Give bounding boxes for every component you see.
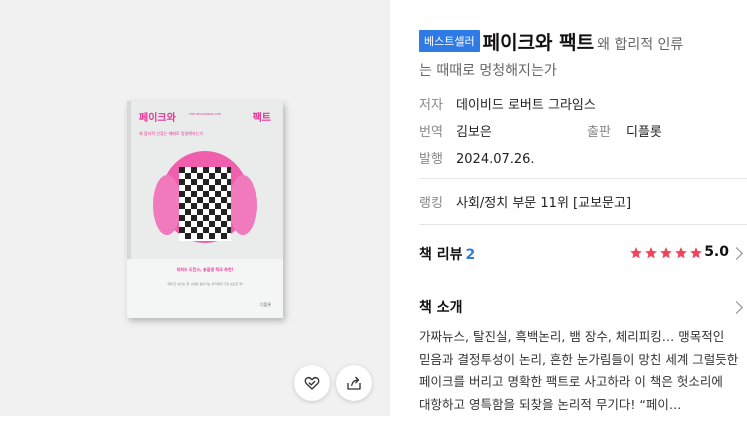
review-label: 책 리뷰 <box>419 247 463 263</box>
intro-label: 책 소개 <box>419 300 463 316</box>
review-section-header[interactable]: 책 리뷰 2 5.0 <box>419 244 747 266</box>
star-icon <box>660 247 672 259</box>
publisher-label: 출판 <box>587 125 611 140</box>
divider <box>419 178 747 179</box>
star-icon <box>645 247 657 259</box>
intro-text: 가짜뉴스, 탈진실, 흑백논리, 뱀 장수, 체리피킹… 맹목적인 믿음과 결정… <box>419 329 739 412</box>
cover-quote: "페이크 넘치는 현 시대를 살아가는 우리에게 가장 필요한 책" <box>166 282 244 286</box>
cover-subtitle: 왜 합리적 인류는 때때로 멍청해지는가 <box>139 131 203 136</box>
divider <box>419 224 747 225</box>
star-icon <box>690 247 702 259</box>
cover-illustration <box>153 151 257 243</box>
share-button[interactable] <box>336 365 372 401</box>
author-link[interactable]: 데이비드 로버트 그라임스 <box>456 98 596 113</box>
star-icon <box>675 247 687 259</box>
rank-label: 랭킹 <box>419 196 443 211</box>
cover-recommendation: 리처드 도킨스, 송길영 적극 추천! <box>176 267 234 272</box>
heart-check-icon <box>304 377 320 390</box>
author-row: 저자 데이비드 로버트 그라임스 <box>419 94 596 113</box>
star-icon <box>630 247 642 259</box>
translator-link[interactable]: 김보은 <box>456 125 492 140</box>
publisher-link[interactable]: 디플롯 <box>626 125 662 140</box>
bestseller-badge: 베스트셀러 <box>419 30 480 52</box>
rank-link[interactable]: 사회/정치 부문 11위 [교보문고] <box>456 196 631 211</box>
share-icon <box>347 376 361 390</box>
star-rating <box>629 246 703 260</box>
rank-row: 랭킹 사회/정치 부문 11위 [교보문고] <box>419 192 631 211</box>
wishlist-button[interactable] <box>294 365 330 401</box>
review-score: 5.0 <box>704 244 729 260</box>
translator-row: 번역 김보은 <box>419 121 492 140</box>
title-line: 베스트셀러 페이크와 팩트 왜 합리적 인류 <box>419 28 747 55</box>
cover-panel: 페이크와 THE REASONING LIFE 팩트 왜 합리적 인류는 때때로… <box>0 0 390 416</box>
publish-date: 2024.07.26. <box>456 152 535 167</box>
intro-section-header[interactable]: 책 소개 <box>419 297 747 319</box>
cover-title-right: 팩트 <box>252 113 271 124</box>
review-count: 2 <box>465 247 476 263</box>
chevron-right-icon <box>730 247 743 260</box>
book-cover-image[interactable]: 페이크와 THE REASONING LIFE 팩트 왜 합리적 인류는 때때로… <box>127 101 283 318</box>
publisher-row: 출판 디플롯 <box>587 121 662 140</box>
chevron-right-icon <box>730 301 743 314</box>
book-title: 페이크와 팩트 <box>482 32 595 54</box>
date-row: 발행 2024.07.26. <box>419 148 535 167</box>
date-label: 발행 <box>419 152 443 167</box>
book-subtitle-part1: 왜 합리적 인류 <box>597 37 684 53</box>
author-label: 저자 <box>419 98 443 113</box>
cover-title-left: 페이크와 <box>139 113 176 124</box>
cover-small-caption: THE REASONING LIFE <box>189 112 222 116</box>
book-subtitle-part2: 는 때때로 멍청해지는가 <box>419 63 557 79</box>
cover-publisher: 디플롯 <box>259 302 271 307</box>
translator-label: 번역 <box>419 125 443 140</box>
